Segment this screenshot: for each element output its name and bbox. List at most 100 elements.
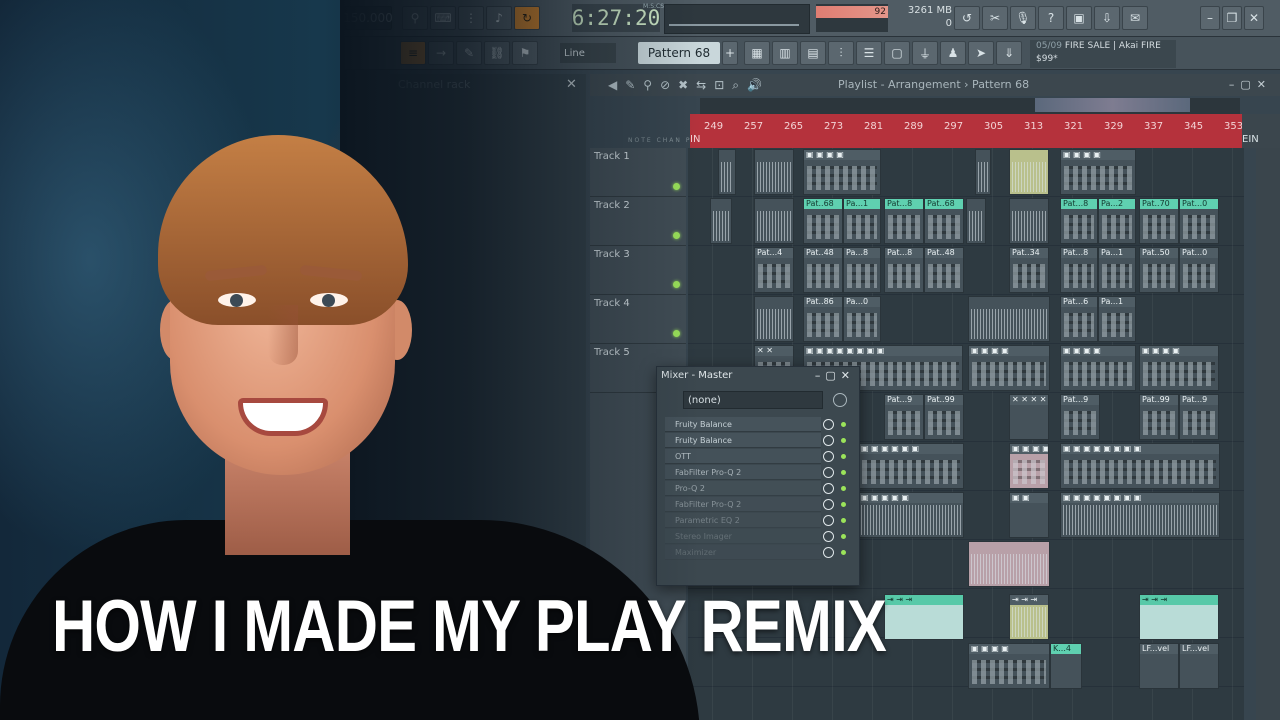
slot-enable-led[interactable] bbox=[841, 550, 846, 555]
mixer-window-controls-icon[interactable]: –▢✕ bbox=[815, 369, 855, 382]
audio-clip[interactable] bbox=[710, 198, 732, 244]
cut-icon[interactable]: ✂ bbox=[982, 6, 1008, 30]
pattern-clip[interactable]: ▣ ▣ ▣ ▣ bbox=[803, 149, 881, 195]
audio-clip[interactable] bbox=[1009, 198, 1049, 244]
pattern-clip[interactable]: ▣ ▣ ▣ ▣ ▣ ▣ ▣ ▣ bbox=[1060, 492, 1220, 538]
overview-viewport[interactable] bbox=[1035, 98, 1190, 112]
pattern-clip[interactable]: Pat..68 bbox=[803, 198, 843, 244]
pattern-clip[interactable]: Pat...8 bbox=[1060, 198, 1098, 244]
pattern-clip[interactable]: Pa...2 bbox=[1098, 198, 1136, 244]
undo-icon[interactable]: ↺ bbox=[954, 6, 980, 30]
audio-clip[interactable] bbox=[975, 149, 991, 195]
pattern-clip[interactable]: ▣ ▣ ▣ ▣ bbox=[968, 643, 1050, 689]
slot-mix-knob-icon[interactable] bbox=[823, 515, 834, 526]
pattern-clip[interactable]: Pat..48 bbox=[803, 247, 843, 293]
plugin-icon[interactable]: ⏚ bbox=[912, 41, 938, 65]
pattern-clip[interactable]: ✕ ✕ ✕ ✕ bbox=[1009, 394, 1049, 440]
slot-mix-knob-icon[interactable] bbox=[823, 419, 834, 430]
channel-list-icon[interactable]: ☰ bbox=[856, 41, 882, 65]
pattern-clip[interactable]: Pat...0 bbox=[1179, 198, 1219, 244]
pattern-clip[interactable]: Pat..50 bbox=[1139, 247, 1179, 293]
slot-enable-led[interactable] bbox=[841, 534, 846, 539]
vertical-scrollbar[interactable] bbox=[1256, 148, 1280, 720]
pattern-clip[interactable]: ▣ ▣ ▣ ▣ ▣ bbox=[858, 492, 964, 538]
out-marker[interactable]: EIN bbox=[1242, 134, 1259, 145]
mixer-icon[interactable]: ⫶ bbox=[828, 41, 854, 65]
clock-icon[interactable] bbox=[833, 393, 847, 407]
pattern-clip[interactable]: K...4 bbox=[1050, 643, 1082, 689]
download-icon[interactable]: ⇓ bbox=[996, 41, 1022, 65]
pattern-clip[interactable]: Pat...9 bbox=[884, 394, 924, 440]
pattern-clip[interactable]: Pa...0 bbox=[843, 296, 881, 342]
audio-clip[interactable]: ⇥ ⇥ ⇥ bbox=[884, 594, 964, 640]
minimize-icon[interactable]: – bbox=[1200, 6, 1220, 30]
pattern-clip[interactable]: ▣ ▣ ▣ ▣ bbox=[1060, 149, 1136, 195]
export-icon[interactable]: ⇩ bbox=[1094, 6, 1120, 30]
news-panel[interactable]: 05/09 FIRE SALE | Akai FIRE $99* bbox=[1030, 40, 1176, 68]
audio-clip[interactable] bbox=[754, 198, 794, 244]
pattern-clip[interactable]: Pat..34 bbox=[1009, 247, 1049, 293]
audio-clip[interactable] bbox=[718, 149, 736, 195]
slot-enable-led[interactable] bbox=[841, 502, 846, 507]
pattern-clip[interactable]: ▣ ▣ ▣ ▣ ▣ ▣ bbox=[858, 443, 964, 489]
pattern-clip[interactable]: Pat...6 bbox=[1060, 296, 1098, 342]
slot-enable-led[interactable] bbox=[841, 518, 846, 523]
audio-clip[interactable]: ⇥ ⇥ ⇥ bbox=[1139, 594, 1219, 640]
browser-icon[interactable]: ▢ bbox=[884, 41, 910, 65]
channel-rack-icon[interactable]: ▥ bbox=[772, 41, 798, 65]
slot-mix-knob-icon[interactable] bbox=[823, 547, 834, 558]
automation-clip[interactable]: LF...vel bbox=[1179, 643, 1219, 689]
slot-enable-led[interactable] bbox=[841, 470, 846, 475]
pattern-clip[interactable]: Pat...4 bbox=[754, 247, 794, 293]
slot-mix-knob-icon[interactable] bbox=[823, 499, 834, 510]
help-icon[interactable]: ? bbox=[1038, 6, 1064, 30]
slot-enable-led[interactable] bbox=[841, 486, 846, 491]
audio-clip[interactable] bbox=[966, 198, 986, 244]
pattern-clip[interactable]: Pa...1 bbox=[1098, 296, 1136, 342]
slot-enable-led[interactable] bbox=[841, 454, 846, 459]
pattern-clip[interactable]: ▣ ▣ ▣ ▣ bbox=[1139, 345, 1219, 391]
pattern-clip[interactable]: Pat...8 bbox=[884, 247, 924, 293]
mixer-preset-selector[interactable]: (none) bbox=[683, 391, 823, 409]
bird-icon[interactable]: ➤ bbox=[968, 41, 994, 65]
slot-enable-led[interactable] bbox=[841, 422, 846, 427]
save-icon[interactable]: ▣ bbox=[1066, 6, 1092, 30]
add-pattern-icon[interactable]: + bbox=[722, 41, 738, 65]
slot-enable-led[interactable] bbox=[841, 438, 846, 443]
pattern-clip[interactable]: ▣ ▣ ▣ ▣ bbox=[1009, 443, 1049, 489]
chat-icon[interactable]: ✉ bbox=[1122, 6, 1148, 30]
pattern-clip[interactable]: Pat...8 bbox=[1060, 247, 1098, 293]
audio-clip[interactable] bbox=[1009, 149, 1049, 195]
pattern-clip[interactable]: ▣ ▣ ▣ ▣ bbox=[1060, 345, 1136, 391]
pattern-clip[interactable]: Pa...1 bbox=[1098, 247, 1136, 293]
pattern-clip[interactable]: Pat..99 bbox=[1139, 394, 1179, 440]
performance-icon[interactable]: ♟ bbox=[940, 41, 966, 65]
pattern-clip[interactable]: Pa...8 bbox=[843, 247, 881, 293]
close-icon[interactable]: ✕ bbox=[1244, 6, 1264, 30]
restore-icon[interactable]: ❐ bbox=[1222, 6, 1242, 30]
pattern-clip[interactable]: Pa...1 bbox=[843, 198, 881, 244]
piano-roll-view-icon[interactable]: ▤ bbox=[800, 41, 826, 65]
pattern-clip[interactable]: ▣ ▣ ▣ ▣ ▣ ▣ ▣ ▣ bbox=[1060, 443, 1220, 489]
playlist-window-controls-icon[interactable]: –▢✕ bbox=[1229, 78, 1272, 91]
pattern-clip[interactable]: Pat..68 bbox=[924, 198, 964, 244]
slot-mix-knob-icon[interactable] bbox=[823, 451, 834, 462]
audio-clip[interactable] bbox=[754, 149, 794, 195]
slot-mix-knob-icon[interactable] bbox=[823, 435, 834, 446]
pattern-clip[interactable]: Pat..48 bbox=[924, 247, 964, 293]
pattern-clip[interactable]: Pat..70 bbox=[1139, 198, 1179, 244]
slot-mix-knob-icon[interactable] bbox=[823, 483, 834, 494]
audio-clip[interactable]: ⇥ ⇥ ⇥ bbox=[1009, 594, 1049, 640]
pattern-clip[interactable]: ▣ ▣ ▣ ▣ bbox=[968, 345, 1050, 391]
pattern-clip[interactable]: Pat...8 bbox=[884, 198, 924, 244]
slot-mix-knob-icon[interactable] bbox=[823, 467, 834, 478]
pattern-clip[interactable]: Pat...9 bbox=[1060, 394, 1100, 440]
pattern-clip[interactable]: Pat...9 bbox=[1179, 394, 1219, 440]
pattern-clip[interactable]: Pat..86 bbox=[803, 296, 843, 342]
playlist-icon[interactable]: ▦ bbox=[744, 41, 770, 65]
microphone-icon[interactable]: 🎙 bbox=[1010, 6, 1036, 30]
automation-clip[interactable]: LF...vel bbox=[1139, 643, 1179, 689]
slot-mix-knob-icon[interactable] bbox=[823, 531, 834, 542]
pattern-clip[interactable]: ▣ ▣ bbox=[1009, 492, 1049, 538]
pattern-clip[interactable]: Pat..99 bbox=[924, 394, 964, 440]
